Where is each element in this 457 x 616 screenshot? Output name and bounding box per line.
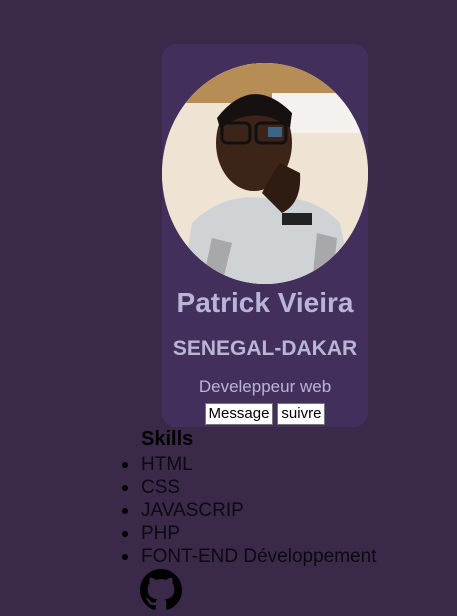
profile-role: Develeppeur web: [198, 377, 332, 396]
skills-list: HTML CSS JAVASCRIP PHP FONT-END Développ…: [121, 453, 377, 568]
github-icon[interactable]: [140, 569, 182, 611]
profile-card: Patrick Vieira SENEGAL-DAKAR Develeppeur…: [162, 44, 368, 427]
profile-location: SENEGAL-DAKAR: [172, 337, 358, 360]
profile-name: Patrick Vieira: [176, 287, 354, 318]
profile-photo: [162, 63, 368, 284]
skill-item: HTML: [121, 453, 376, 476]
skill-item: CSS: [121, 476, 376, 499]
follow-button[interactable]: suivre: [277, 403, 326, 425]
message-button[interactable]: Message: [204, 403, 274, 425]
skill-item: FONT-END Développement: [121, 546, 377, 567]
skills-heading: Skills: [141, 428, 194, 450]
skill-item: JAVASCRIP: [121, 499, 376, 522]
skill-item: PHP: [121, 522, 376, 545]
profile-actions: Message suivre: [162, 403, 368, 425]
